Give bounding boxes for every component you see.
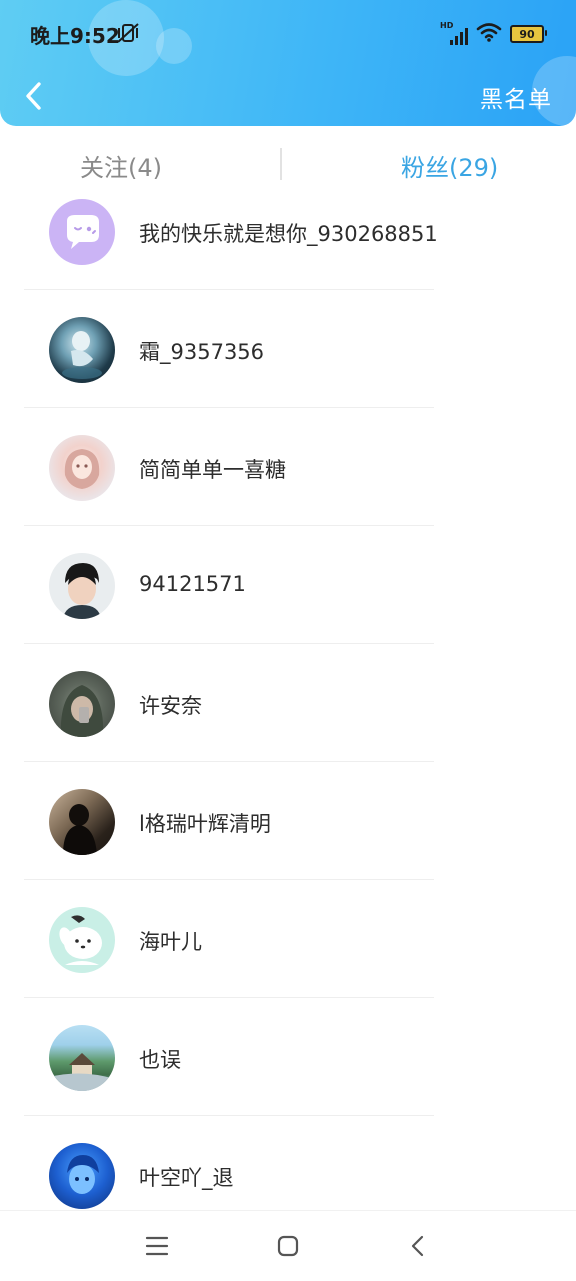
fan-name: 许安奈 — [139, 694, 202, 718]
avatar — [49, 1143, 115, 1209]
system-nav-bar — [0, 1210, 576, 1281]
header-bar: 晚上9:52 HD 90 黑名单 — [0, 0, 576, 126]
list-item[interactable]: 许安奈 — [0, 644, 576, 762]
battery-level: 90 — [519, 27, 535, 41]
fan-name: 简简单单一喜糖 — [139, 458, 286, 482]
avatar — [49, 435, 115, 501]
home-button[interactable] — [273, 1231, 303, 1261]
fan-name: 94121571 — [139, 572, 246, 596]
fan-list: 我的快乐就是想你_930268851 霜_9357356 简简单单一喜糖 941… — [0, 172, 576, 1210]
avatar — [49, 553, 115, 619]
avatar — [49, 671, 115, 737]
status-icons: HD 90 — [440, 21, 547, 46]
list-item[interactable]: 我的快乐就是想你_930268851 — [0, 172, 576, 290]
battery-icon: 90 — [510, 25, 547, 43]
back-triangle-icon — [411, 1235, 424, 1257]
fan-name: 叶空吖_退 — [139, 1166, 234, 1190]
cellular-signal-icon: HD — [440, 21, 468, 45]
fan-name: 也误 — [139, 1048, 181, 1072]
landscape-avatar-icon — [49, 1053, 115, 1091]
avatar — [49, 317, 115, 383]
boy-photo-avatar-icon — [63, 563, 101, 619]
list-item[interactable]: 94121571 — [0, 526, 576, 644]
menu-icon — [145, 1236, 169, 1256]
home-square-icon — [277, 1235, 299, 1257]
status-bar: 晚上9:52 HD 90 — [0, 0, 576, 66]
fan-name: 我的快乐就是想你_930268851 — [139, 222, 438, 246]
anime-girl-avatar-icon — [62, 331, 102, 379]
avatar — [49, 1025, 115, 1091]
blacklist-button[interactable]: 黑名单 — [480, 80, 552, 114]
list-item[interactable]: 霜_9357356 — [0, 290, 576, 408]
status-time: 晚上9:52 — [30, 24, 120, 48]
menu-button[interactable] — [142, 1231, 172, 1261]
list-item[interactable]: 海叶儿 — [0, 880, 576, 998]
chevron-left-icon — [26, 82, 41, 110]
pochacco-cartoon-avatar-icon — [59, 915, 102, 965]
fan-name: 海叶儿 — [139, 930, 202, 954]
blue-character-avatar-icon — [67, 1155, 99, 1194]
fan-name: l格瑞叶辉清明 — [139, 812, 271, 836]
back-nav-button[interactable] — [403, 1231, 433, 1261]
list-item[interactable]: 简简单单一喜糖 — [0, 408, 576, 526]
avatar — [49, 789, 115, 855]
avatar — [49, 199, 115, 265]
list-item[interactable]: 叶空吖_退 — [0, 1116, 576, 1210]
fan-name: 霜_9357356 — [139, 340, 265, 364]
back-button[interactable] — [16, 76, 50, 116]
list-item[interactable]: 也误 — [0, 998, 576, 1116]
anime-girl-pink-hair-avatar-icon — [64, 449, 100, 489]
list-item[interactable]: l格瑞叶辉清明 — [0, 762, 576, 880]
wifi-icon — [476, 22, 502, 46]
dark-silhouette-avatar-icon — [63, 804, 97, 855]
vibrate-off-icon — [116, 22, 140, 48]
chat-bubble-avatar-icon — [67, 215, 99, 249]
avatar — [49, 907, 115, 973]
hooded-figure-avatar-icon — [60, 685, 104, 737]
